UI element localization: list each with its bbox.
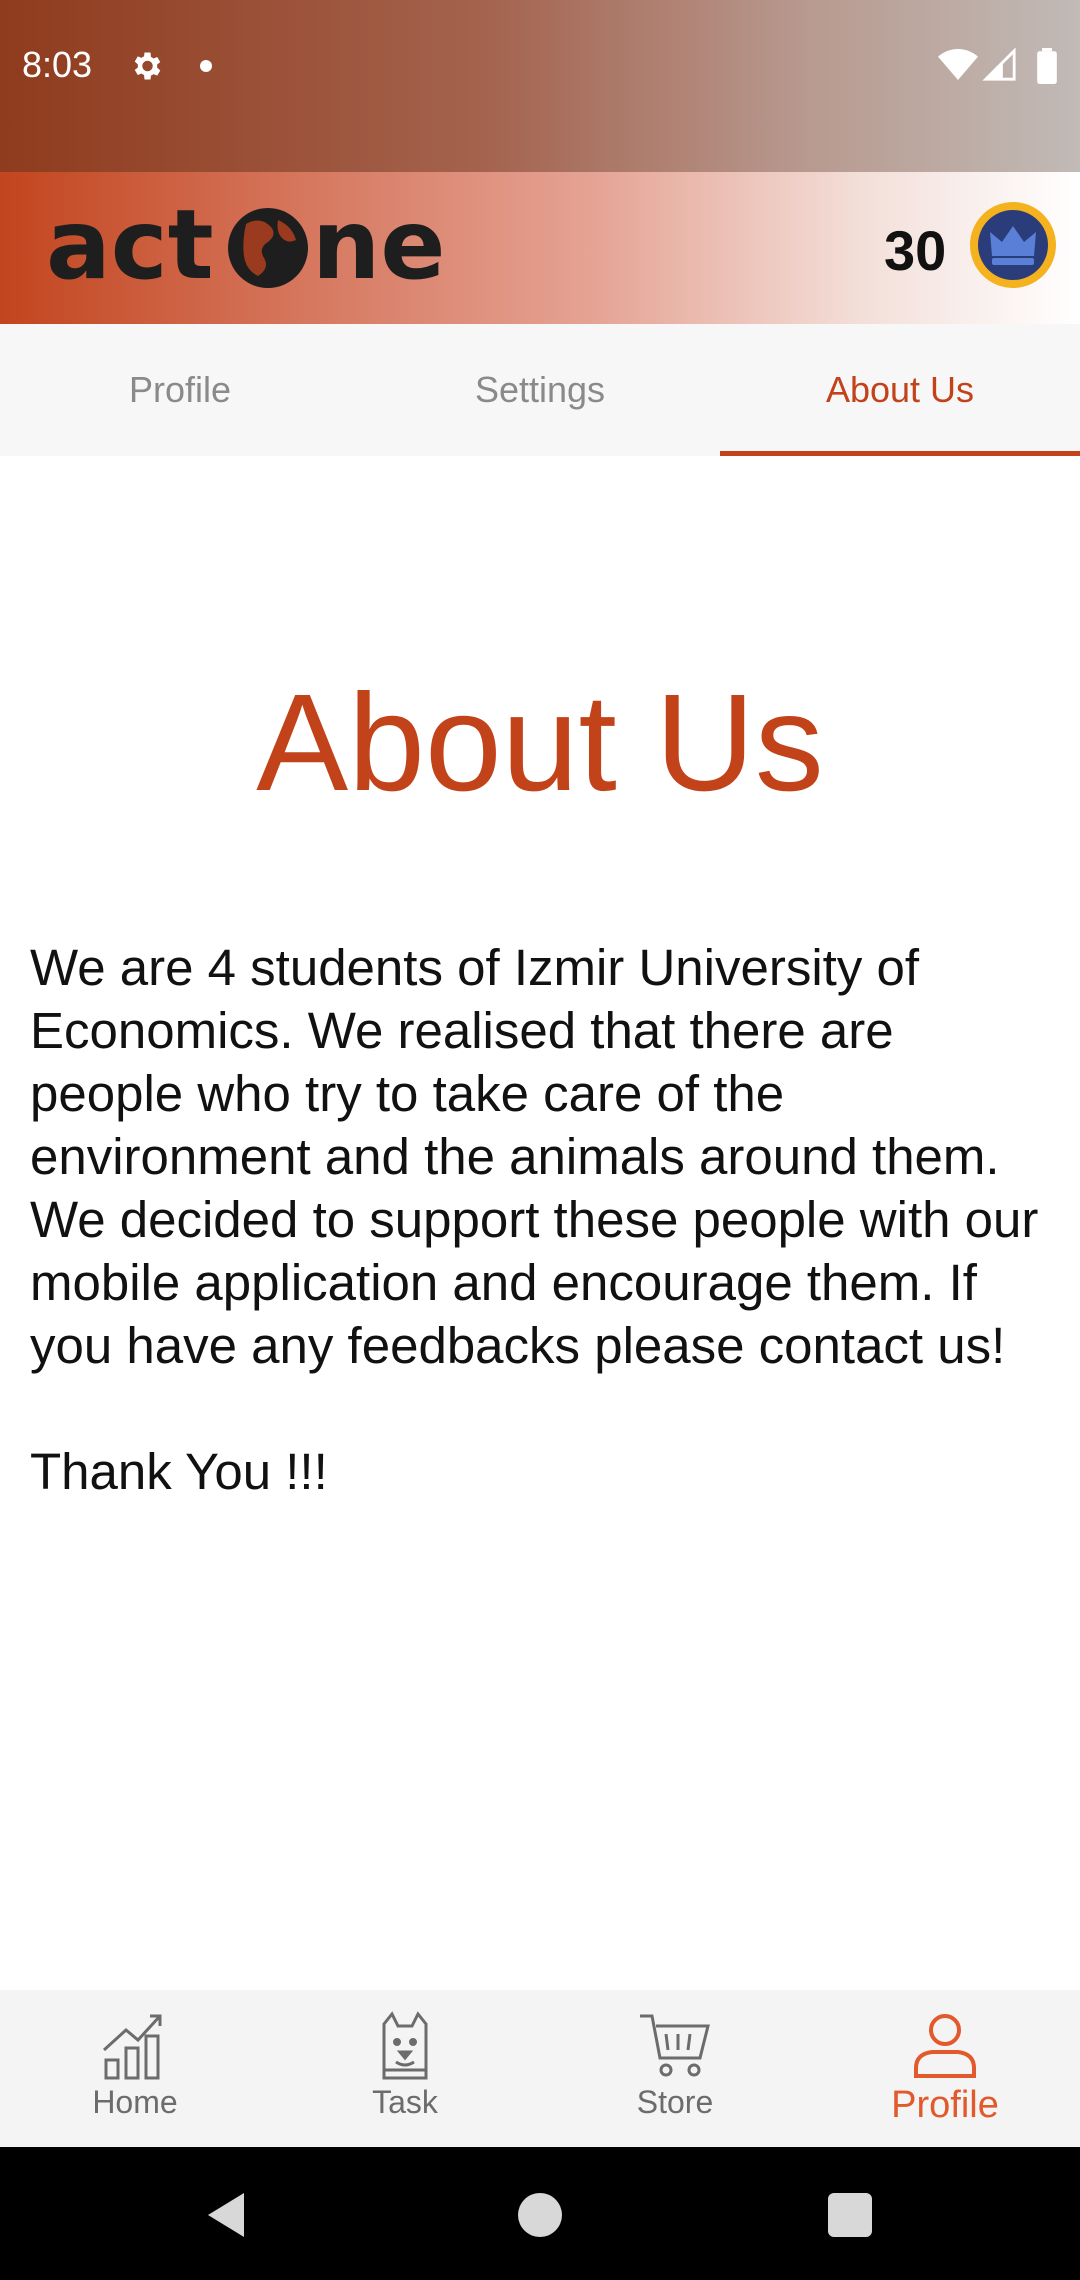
tab-label: Settings xyxy=(474,369,606,410)
battery-icon xyxy=(1037,48,1057,84)
home-button[interactable] xyxy=(518,2193,562,2237)
status-time: 8:03 xyxy=(22,44,93,85)
crown-coin-icon[interactable] xyxy=(968,200,1058,290)
notification-dot xyxy=(200,60,212,72)
recent-apps-button[interactable] xyxy=(828,2193,872,2237)
points-count: 30 xyxy=(884,219,947,282)
nav-label: Home xyxy=(92,2084,178,2120)
signal-icon xyxy=(982,48,1016,81)
tab-settings[interactable]: Settings xyxy=(360,324,720,456)
nav-label: Task xyxy=(372,2084,438,2120)
nav-home[interactable]: Home xyxy=(0,1990,270,2147)
page-title: About Us xyxy=(256,666,824,820)
status-bar: 8:03 xyxy=(0,0,1080,172)
back-icon[interactable] xyxy=(204,2191,248,2239)
tab-about-us[interactable]: About Us xyxy=(720,324,1080,456)
tab-bar: Profile Settings About Us xyxy=(0,324,1080,456)
nav-task[interactable]: Task xyxy=(270,1990,540,2147)
actone-logo: act ne xyxy=(46,190,445,300)
bottom-navigation: Home Task Store Profile xyxy=(0,1990,1080,2147)
nav-store[interactable]: Store xyxy=(540,1990,810,2147)
tab-label: Profile xyxy=(128,369,232,410)
gear-icon xyxy=(134,52,161,80)
nav-profile[interactable]: Profile xyxy=(810,1990,1080,2147)
about-content: About Us We are 4 students of Izmir Univ… xyxy=(0,456,1080,1990)
cart-icon xyxy=(640,2014,710,2077)
svg-text:act: act xyxy=(46,190,214,300)
svg-text:ne: ne xyxy=(312,190,445,300)
system-navigation-bar xyxy=(0,2147,1080,2280)
person-icon xyxy=(914,2014,976,2078)
chart-icon xyxy=(102,2014,162,2080)
nav-label: Profile xyxy=(891,2084,999,2126)
tab-label: About Us xyxy=(825,369,975,410)
dog-icon xyxy=(382,2011,428,2080)
app-header: act ne 30 xyxy=(0,172,1080,324)
tab-profile[interactable]: Profile xyxy=(0,324,360,456)
about-text: We are 4 students of Izmir University of… xyxy=(30,939,1039,1500)
nav-label: Store xyxy=(636,2084,714,2120)
wifi-icon xyxy=(938,49,978,80)
